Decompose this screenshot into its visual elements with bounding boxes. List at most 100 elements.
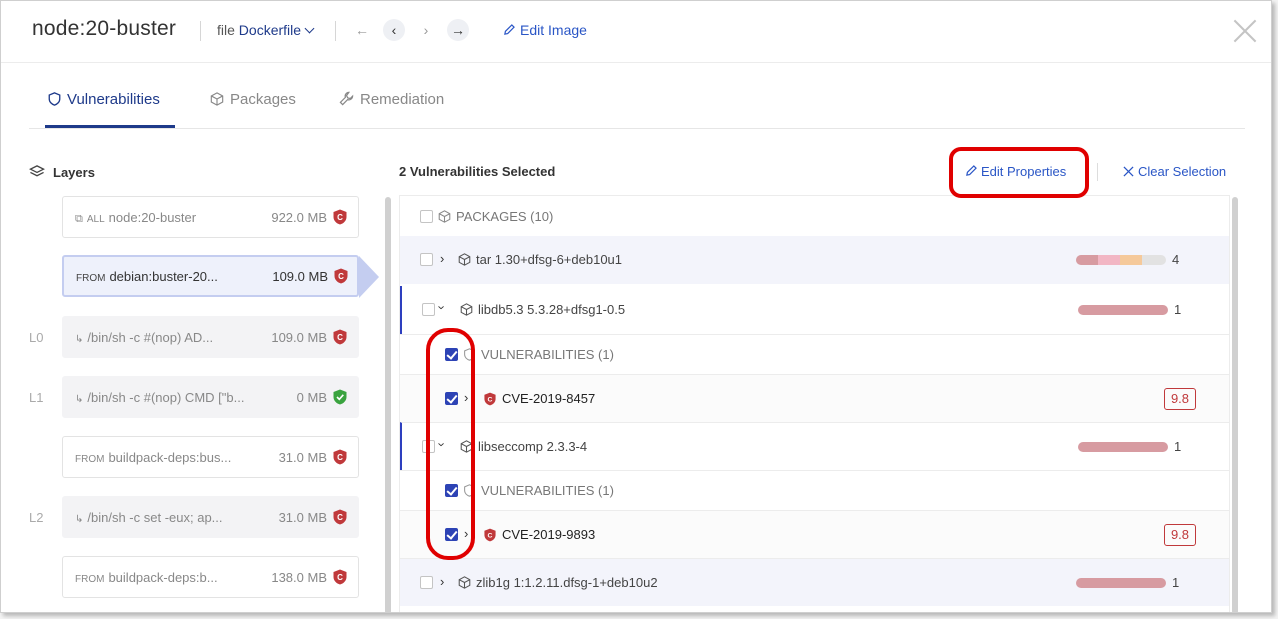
next-layer-button[interactable]: › — [415, 19, 437, 41]
critical-shield-icon: C — [333, 209, 347, 225]
layer-card[interactable]: ↳/bin/sh -c #(nop) AD... 109.0 MB C — [62, 316, 359, 358]
layers-icon — [28, 165, 46, 177]
package-row[interactable]: › zlib1g 1:1.2.11.dfsg-1+deb10u2 1 — [400, 558, 1229, 606]
svg-text:C: C — [337, 453, 343, 462]
layer-size: 31.0 MB — [278, 450, 327, 465]
chevron-down-icon — [304, 23, 315, 34]
layer-card[interactable]: FROM buildpack-deps:bus... 31.0 MB C — [62, 436, 359, 478]
chevron-right-icon[interactable]: › — [440, 574, 444, 589]
critical-shield-icon: C — [333, 509, 347, 525]
divider — [1097, 163, 1098, 181]
ok-shield-icon — [333, 389, 347, 405]
layers-heading: Layers — [28, 164, 95, 180]
layer-card-all[interactable]: ⧉ ALL node:20-buster 922.0 MB C — [62, 196, 359, 238]
layer-card[interactable]: ↳/bin/sh -c set -eux; ap... 31.0 MB C — [62, 496, 359, 538]
chevron-right-icon[interactable]: › — [440, 251, 444, 266]
vuln-count: 1 — [1172, 575, 1180, 590]
package-icon — [210, 92, 224, 106]
cve-row[interactable]: › C CVE-2019-8457 9.8 — [400, 374, 1229, 422]
image-title: node:20-buster — [32, 17, 177, 40]
close-icon — [1123, 166, 1134, 177]
critical-shield-icon: C — [334, 268, 348, 284]
vulnerabilities-subheader: VULNERABILITIES (1) — [400, 470, 1229, 510]
vuln-count: 1 — [1174, 302, 1182, 317]
severity-bar — [1076, 578, 1166, 588]
svg-text:C: C — [337, 213, 343, 222]
pencil-icon — [504, 24, 515, 35]
layer-card[interactable]: ↳/bin/sh -c #(nop) CMD ["b... 0 MB — [62, 376, 359, 418]
layers-scrollbar[interactable] — [385, 197, 391, 612]
package-label: libdb5.3 5.3.28+dfsg1-0.5 — [478, 302, 626, 317]
critical-shield-icon: C — [333, 449, 347, 465]
layer-number: L1 — [29, 390, 44, 405]
layer-tag: ↳ — [75, 514, 84, 525]
vulnerabilities-label: VULNERABILITIES (1) — [481, 347, 614, 362]
edit-image-label: Edit Image — [520, 22, 587, 38]
package-icon — [458, 576, 471, 589]
chevron-down-icon[interactable]: › — [435, 305, 450, 309]
close-icon[interactable] — [1233, 19, 1257, 43]
package-icon — [458, 253, 471, 266]
layers-icon: ⧉ — [75, 213, 83, 225]
package-label: zlib1g 1:1.2.11.dfsg-1+deb10u2 — [476, 575, 658, 590]
critical-shield-icon: C — [484, 392, 496, 406]
layer-tag: FROM — [75, 574, 105, 585]
package-icon — [438, 210, 451, 223]
critical-shield-icon: C — [484, 528, 496, 542]
tab-remediation[interactable]: Remediation — [339, 91, 444, 108]
file-name: Dockerfile — [238, 22, 302, 38]
tab-label: Remediation — [360, 91, 445, 108]
cve-row[interactable]: › C CVE-2019-9893 9.8 — [400, 510, 1229, 558]
clear-selection-button[interactable]: Clear Selection — [1123, 164, 1226, 179]
annotation-highlight-checkboxes — [426, 328, 475, 560]
edit-image-link[interactable]: Edit Image — [503, 22, 587, 38]
layer-label: debian:buster-20... — [109, 269, 218, 284]
layer-size: 109.0 MB — [272, 269, 328, 284]
vulnerabilities-label: VULNERABILITIES (1) — [481, 483, 614, 498]
layer-size: 0 MB — [296, 390, 327, 405]
svg-text:C: C — [337, 513, 343, 522]
tab-bar: Vulnerabilities Packages Remediation — [29, 71, 1245, 129]
package-row[interactable]: › libseccomp 2.3.3-4 1 — [400, 422, 1229, 470]
cvss-score-badge: 9.8 — [1164, 524, 1196, 546]
layer-number: L2 — [29, 510, 44, 525]
tab-packages[interactable]: Packages — [210, 91, 296, 108]
file-selector[interactable]: file Dockerfile — [217, 22, 315, 38]
wrench-icon — [339, 91, 354, 106]
layer-size: 109.0 MB — [271, 330, 327, 345]
prev-layer-button[interactable]: ‹ — [383, 19, 405, 41]
row-checkbox[interactable] — [422, 303, 435, 316]
annotation-highlight-edit-properties — [949, 147, 1089, 198]
layer-tag: FROM — [75, 454, 105, 465]
last-layer-button[interactable]: → — [447, 19, 469, 41]
svg-text:C: C — [337, 333, 343, 342]
layer-card-selected[interactable]: FROM debian:buster-20... 109.0 MB C — [62, 255, 359, 297]
layer-label: /bin/sh -c set -eux; ap... — [87, 510, 223, 525]
svg-text:C: C — [488, 533, 493, 540]
severity-bar — [1076, 255, 1166, 265]
layers-title: Layers — [53, 165, 95, 180]
row-checkbox[interactable] — [420, 253, 433, 266]
divider — [200, 21, 201, 41]
vuln-count: 4 — [1172, 252, 1180, 267]
layer-label: node:20-buster — [108, 210, 197, 225]
first-layer-button[interactable]: ← — [351, 19, 373, 41]
active-tab-indicator — [45, 125, 175, 128]
severity-bar — [1078, 442, 1168, 452]
row-checkbox[interactable] — [420, 576, 433, 589]
package-label: tar 1.30+dfsg-6+deb10u1 — [476, 252, 623, 267]
layer-number: L0 — [29, 330, 44, 345]
package-row[interactable]: › libdb5.3 5.3.28+dfsg1-0.5 1 — [400, 286, 1229, 334]
vulnerabilities-scrollbar[interactable] — [1232, 197, 1238, 612]
tab-vulnerabilities[interactable]: Vulnerabilities — [48, 91, 160, 108]
package-row[interactable]: › tar 1.30+dfsg-6+deb10u1 4 — [400, 236, 1229, 284]
layer-label: /bin/sh -c #(nop) CMD ["b... — [87, 390, 245, 405]
vulnerability-table: PACKAGES (10) › tar 1.30+dfsg-6+deb10u1 … — [399, 195, 1230, 612]
layer-size: 138.0 MB — [271, 570, 327, 585]
select-all-checkbox[interactable] — [420, 210, 433, 223]
critical-shield-icon: C — [333, 569, 347, 585]
layer-card[interactable]: FROM buildpack-deps:b... 138.0 MB C — [62, 556, 359, 598]
layer-size: 922.0 MB — [271, 210, 327, 225]
layer-label: buildpack-deps:b... — [108, 570, 218, 585]
dialog-header: node:20-buster file Dockerfile ← ‹ › → E… — [1, 1, 1271, 63]
